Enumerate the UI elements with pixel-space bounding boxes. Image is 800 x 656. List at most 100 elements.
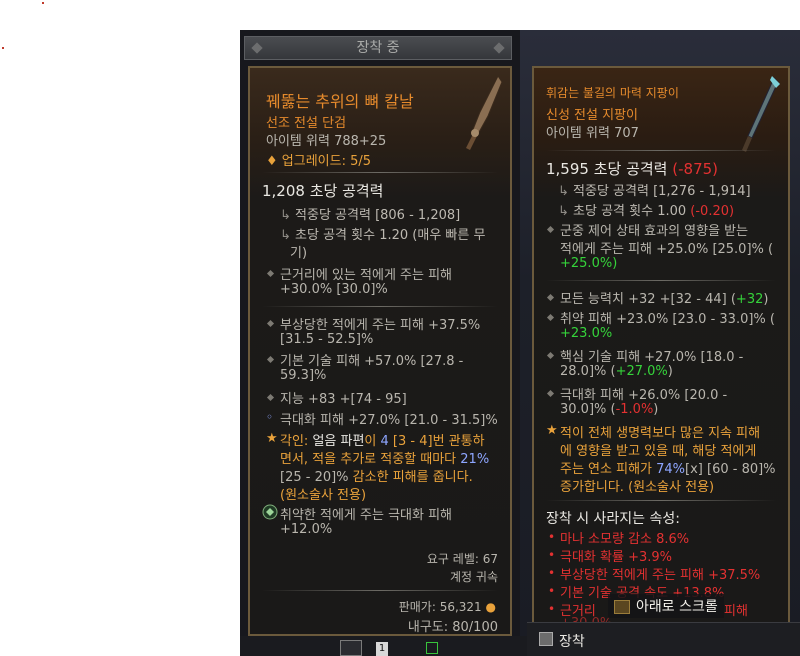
divider bbox=[262, 590, 498, 591]
affix-2-line-1: 기본 기술 피해 +57.0% [27.8 - bbox=[280, 354, 464, 369]
wand-icon bbox=[742, 76, 780, 152]
required-level: 요구 레벨: 67 bbox=[426, 552, 498, 566]
aspect-line-4: 증가합니다. (원소술사 전용) bbox=[560, 480, 715, 495]
affix-3-line-1: 지능 +83 +[74 - 95] bbox=[280, 392, 407, 407]
bullet-icon bbox=[266, 355, 275, 364]
aps-text-2: 기) bbox=[290, 246, 308, 261]
bullet-icon bbox=[266, 393, 275, 402]
affix-3-line-1: 핵심 기술 피해 +27.0% [18.0 - bbox=[560, 350, 744, 365]
affix-1-line-1: 부상당한 적에게 주는 피해 +37.5% bbox=[280, 318, 481, 333]
implicit-line-2: 적에게 주는 피해 +25.0% [25.0]% ( bbox=[560, 242, 774, 257]
bottom-toolbar: 1 bbox=[240, 636, 527, 656]
affix-2-line-2: 59.3]% bbox=[280, 368, 327, 383]
affix-diff: +32 bbox=[735, 292, 764, 307]
upgrade-status: ♦ 업그레이드: 5/5 bbox=[266, 154, 372, 169]
divider bbox=[546, 500, 776, 501]
sell-value: 판매가: 56,321 ● bbox=[399, 598, 496, 615]
bullet-icon bbox=[266, 269, 275, 278]
lost-attribute-5-tail: 피해 bbox=[724, 604, 748, 619]
aspect-skill: 얼음 파편 bbox=[312, 434, 365, 449]
lost-attributes-header: 장착 시 사라지는 속성: bbox=[546, 511, 680, 527]
item-type: 신성 전설 지팡이 bbox=[546, 108, 638, 123]
attacks-per-second: ↳ 초당 공격 횟수 1.20 (매우 빠른 무 bbox=[280, 228, 486, 243]
bullet-icon bbox=[546, 225, 555, 234]
affix-1-line-2: [31.5 - 52.5]% bbox=[280, 332, 374, 347]
equip-key-icon bbox=[539, 632, 553, 646]
aspect-line-1: 적이 전체 생명력보다 많은 지속 피해 bbox=[560, 426, 761, 441]
bullet-icon bbox=[546, 389, 555, 398]
equip-action[interactable]: 장착 bbox=[559, 631, 585, 651]
aspect-text: 이 bbox=[364, 434, 381, 449]
damage-per-hit-text: 적중당 공격력 [806 - 1,208] bbox=[295, 208, 461, 223]
affix-diff: +27.0% bbox=[615, 364, 668, 379]
equipped-item-tooltip: 꿰뚫는 추위의 뼈 칼날 선조 전설 단검 아이템 위력 788+25 ♦ 업그… bbox=[248, 66, 512, 636]
aps-text-1: 초당 공격 횟수 1.20 (매우 빠른 무 bbox=[295, 228, 486, 243]
greater-affix-icon: ◦ bbox=[266, 410, 274, 424]
badge: 1 bbox=[376, 642, 388, 656]
aspect-value: 74% bbox=[656, 462, 686, 477]
dot-marker bbox=[2, 47, 4, 49]
attacks-per-second: ↳ 초당 공격 횟수 1.00 (-0.20) bbox=[558, 204, 735, 219]
aspect-star-icon: ★ bbox=[266, 431, 278, 446]
item-name: 휘감는 불길의 마력 지팡이 bbox=[546, 86, 679, 100]
aspect-text: 감소한 피해를 줍니다. bbox=[348, 470, 473, 485]
gold-coin-icon: ● bbox=[485, 600, 496, 614]
aspect-line-3: [25 - 20]% 감소한 피해를 줍니다. bbox=[280, 466, 473, 485]
bullet-icon bbox=[546, 313, 555, 322]
lost-bullet: • bbox=[548, 530, 556, 544]
upgrade-text: 업그레이드: 5/5 bbox=[281, 154, 372, 169]
affix-diff: -1.0% bbox=[615, 402, 654, 417]
affix-2-line-1: 취약 피해 +23.0% [23.0 - 33.0]% ( bbox=[560, 312, 775, 327]
implicit-line-3: +25.0%) bbox=[560, 256, 618, 271]
screen: 장착 중 꿰뚫는 추위의 뼈 칼날 선조 전설 단검 아이템 위력 788+25… bbox=[0, 0, 800, 656]
divider bbox=[262, 172, 498, 173]
dps-line: 1,595 초당 공격력 (-875) bbox=[546, 158, 718, 179]
lost-bullet: • bbox=[548, 548, 556, 562]
affix-text: 28.0]% ( bbox=[560, 364, 616, 379]
lost-attribute-1: 마나 소모량 감소 8.6% bbox=[560, 532, 690, 547]
aspect-range: [25 - 20]% bbox=[280, 470, 349, 485]
divider bbox=[546, 150, 776, 151]
affix-1-line-1: 모든 능력치 +32 +[32 - 44] (+32) bbox=[560, 288, 768, 307]
affix-text: 30.0]% ( bbox=[560, 402, 616, 417]
lost-bullet: • bbox=[548, 566, 556, 580]
aspect-line-3: 주는 연소 피해가 74%[x] [60 - 80]% bbox=[560, 458, 776, 477]
action-bar: 장착 bbox=[527, 622, 800, 656]
lost-bullet: • bbox=[548, 602, 556, 616]
aps-difference: (-0.20) bbox=[690, 204, 735, 219]
lost-attribute-2: 극대화 확률 +3.9% bbox=[560, 550, 672, 565]
damage-per-hit: ↳ 적중당 공격력 [1,276 - 1,914] bbox=[558, 184, 751, 199]
equipped-label: 장착 중 bbox=[356, 40, 400, 56]
scroll-hint-text: 아래로 스크롤 bbox=[636, 599, 718, 615]
compared-item-tooltip: 휘감는 불길의 마력 지팡이 신성 전설 지팡이 아이템 위력 707 1,59… bbox=[532, 66, 790, 631]
affix-4-line-1: 극대화 피해 +27.0% [21.0 - 31.5]% bbox=[280, 413, 498, 428]
damage-per-hit: ↳ 적중당 공격력 [806 - 1,208] bbox=[280, 208, 461, 223]
aspect-line-1: 각인: 얼음 파편이 4 [3 - 4]번 관통하 bbox=[280, 430, 485, 449]
bullet-icon bbox=[546, 293, 555, 302]
socket-gem-icon bbox=[262, 504, 278, 520]
lost-attribute-3: 부상당한 적에게 주는 피해 +37.5% bbox=[560, 568, 761, 583]
bullet-icon bbox=[546, 351, 555, 360]
affix-2-line-2: +23.0% bbox=[560, 326, 613, 341]
ornament-icon bbox=[493, 42, 505, 54]
divider bbox=[262, 306, 498, 307]
green-slot-icon[interactable] bbox=[426, 642, 438, 654]
account-bound: 계정 귀속 bbox=[450, 570, 498, 584]
socket-line-1: 취약한 적에게 주는 극대화 피해 bbox=[280, 508, 453, 523]
aspect-text: 면서, 적을 추가로 적중할 때마다 bbox=[280, 452, 461, 467]
affix-3-line-2: 28.0]% (+27.0%) bbox=[560, 364, 673, 379]
scroll-down-hint[interactable]: 아래로 스크롤 bbox=[608, 594, 724, 618]
key-icon bbox=[614, 600, 630, 614]
ornament-icon bbox=[251, 42, 263, 54]
aspect-line-2: 에 영향을 받고 있을 때, 해당 적에게 bbox=[560, 444, 757, 459]
aspect-value: 21% bbox=[460, 452, 490, 467]
item-type: 선조 전설 단검 bbox=[266, 116, 347, 131]
dps-value: 1,595 초당 공격력 bbox=[546, 160, 668, 178]
aspect-range: [3 - 4]번 관통하 bbox=[388, 434, 485, 449]
aspect-line-4: (원소술사 전용) bbox=[280, 488, 367, 503]
implicit-line-2: +30.0% [30.0]% bbox=[280, 282, 388, 297]
dps-value: 1,208 초당 공격력 bbox=[262, 182, 384, 200]
equipped-header: 장착 중 bbox=[244, 36, 512, 60]
inventory-icon[interactable] bbox=[340, 640, 362, 656]
item-power: 아이템 위력 788+25 bbox=[266, 134, 387, 149]
